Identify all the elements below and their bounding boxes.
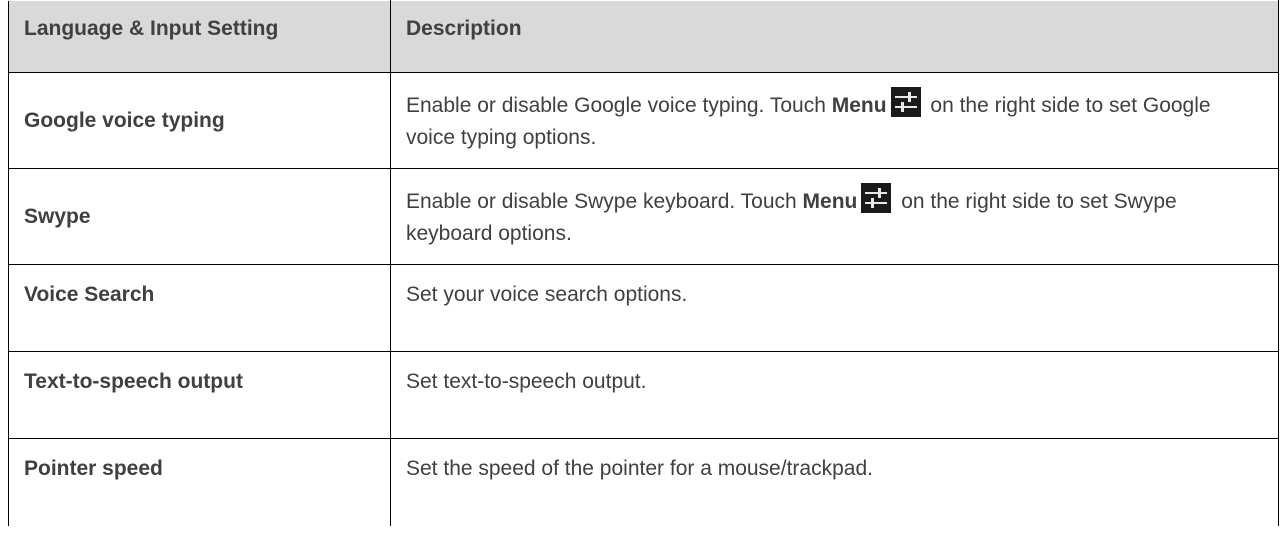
table-row: Google voice typing Enable or disable Go… — [8, 72, 1279, 169]
setting-name: Pointer speed — [8, 438, 391, 526]
table-row: Voice Search Set your voice search optio… — [8, 264, 1279, 352]
menu-label: Menu — [831, 94, 887, 117]
menu-label: Menu — [802, 190, 858, 213]
settings-table: Language & Input Setting Description Goo… — [8, 0, 1279, 526]
setting-name: Swype — [8, 168, 391, 265]
table-row: Swype Enable or disable Swype keyboard. … — [8, 168, 1279, 265]
setting-description: Set your voice search options. — [390, 264, 1279, 352]
description-text: Enable or disable Google voice typing. T… — [406, 94, 832, 117]
header-setting: Language & Input Setting — [8, 0, 391, 73]
description-text: Enable or disable Swype keyboard. Touch — [406, 190, 803, 213]
setting-name: Text-to-speech output — [8, 351, 391, 439]
table-row: Pointer speed Set the speed of the point… — [8, 438, 1279, 526]
setting-description: Enable or disable Google voice typing. T… — [390, 72, 1279, 169]
table-header-row: Language & Input Setting Description — [8, 0, 1279, 73]
setting-description: Enable or disable Swype keyboard. Touch … — [390, 168, 1279, 265]
setting-name: Voice Search — [8, 264, 391, 352]
table-row: Text-to-speech output Set text-to-speech… — [8, 351, 1279, 439]
setting-name: Google voice typing — [8, 72, 391, 169]
settings-sliders-icon — [890, 87, 921, 117]
setting-description: Set the speed of the pointer for a mouse… — [390, 438, 1279, 526]
setting-description: Set text-to-speech output. — [390, 351, 1279, 439]
header-description: Description — [390, 0, 1279, 73]
settings-sliders-icon — [861, 183, 892, 213]
